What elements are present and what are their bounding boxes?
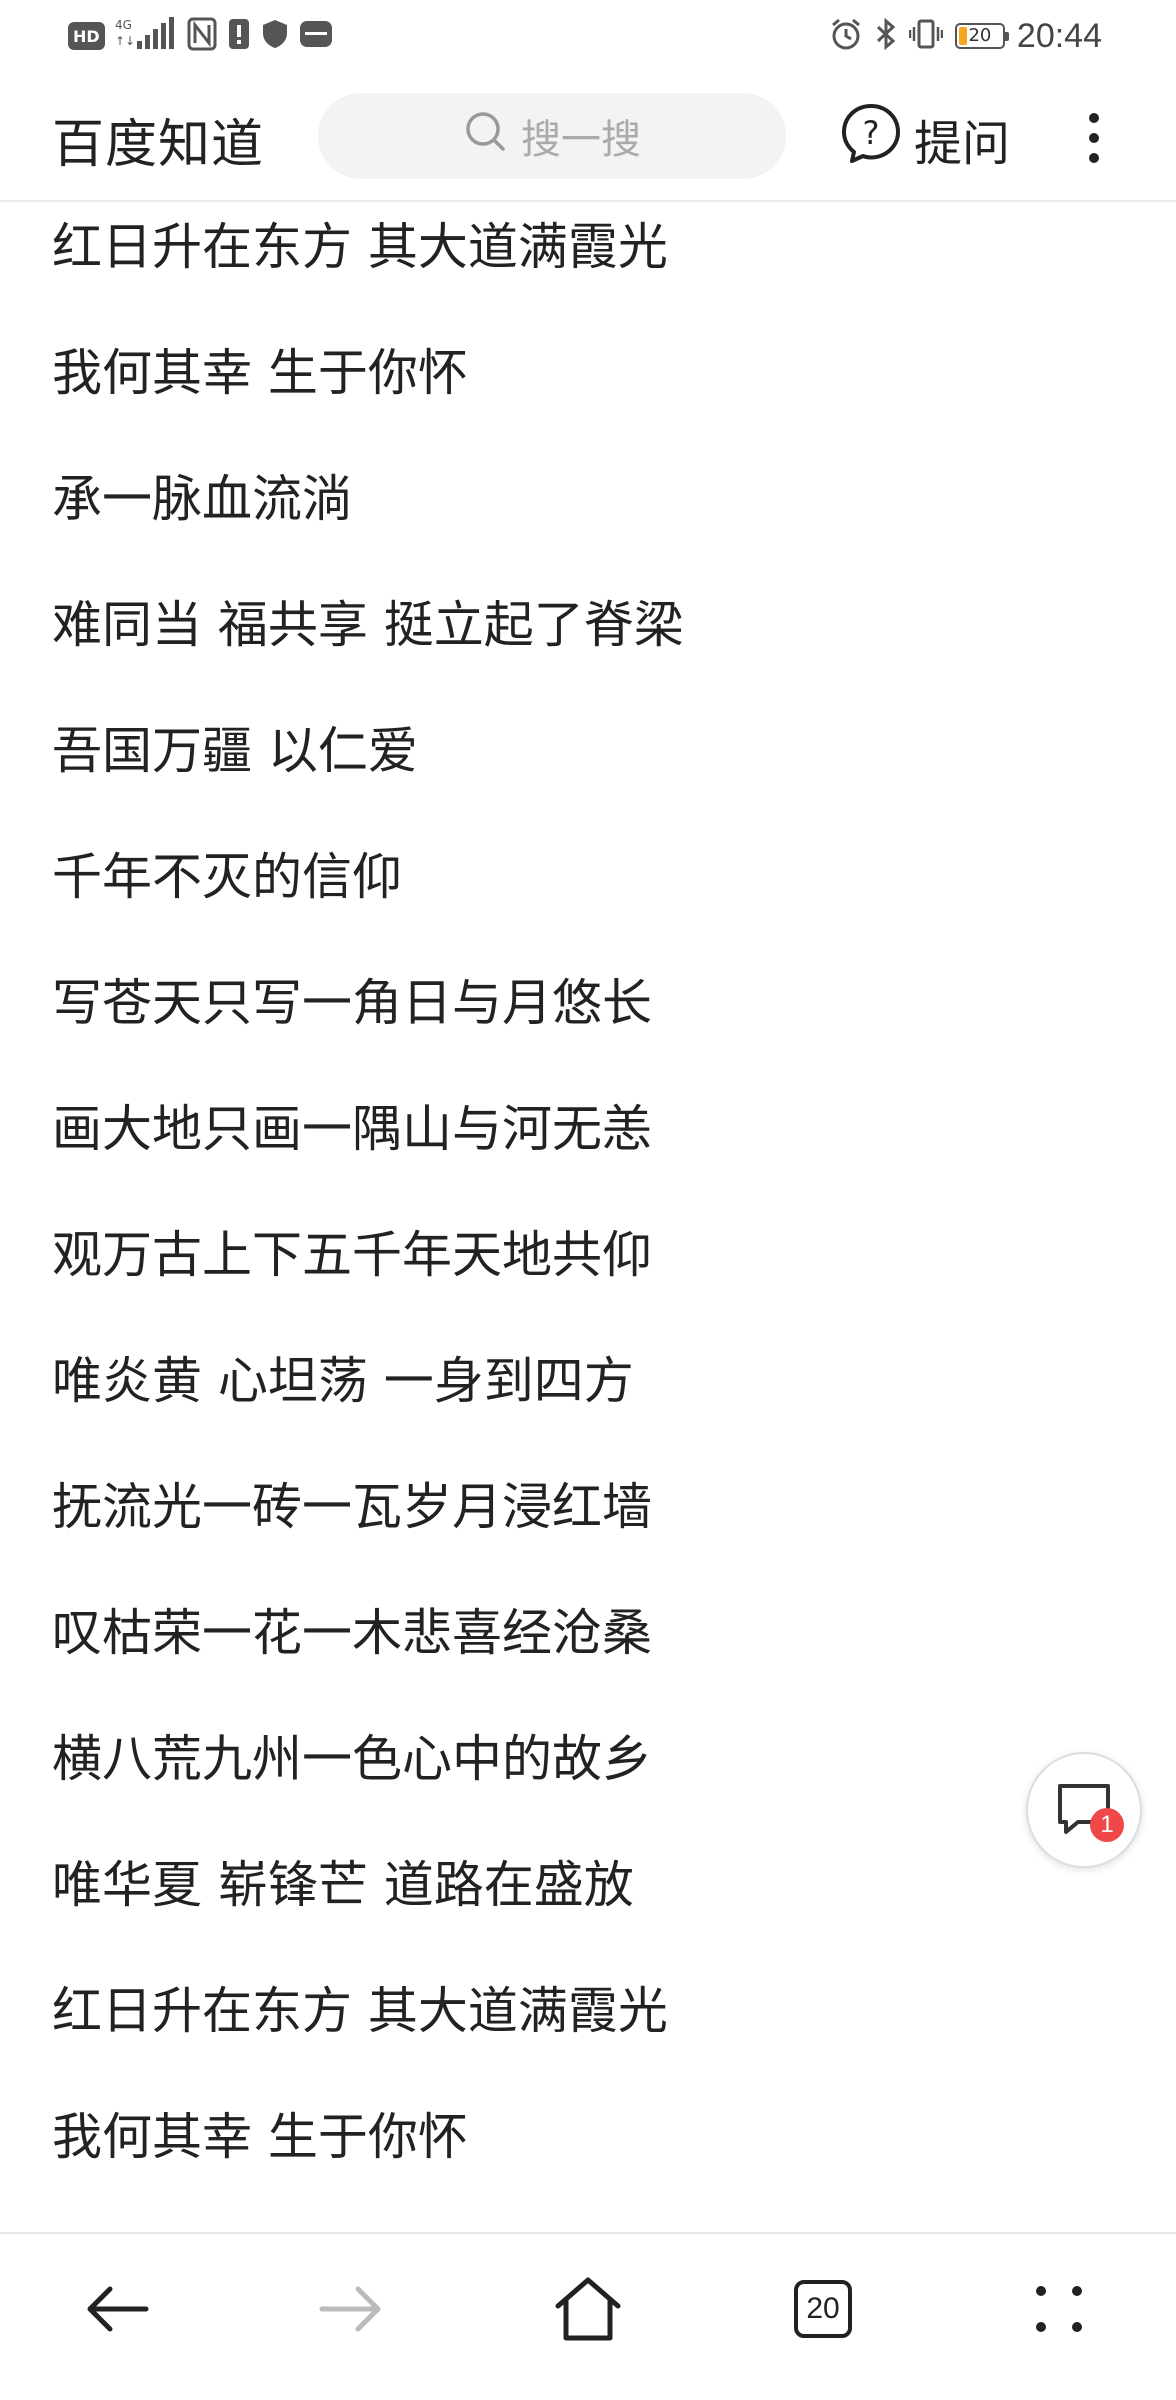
lyric-line: 我何其幸 生于你怀 [52, 344, 468, 402]
comment-float-button[interactable]: 1 [1026, 1752, 1142, 1868]
alarm-icon [829, 17, 863, 55]
question-bubble-icon: ? [840, 102, 902, 176]
answer-content: 红日升在东方 其大道满霞光 我何其幸 生于你怀 承一脉血流淌 难同当 福共享 挺… [0, 202, 1176, 2232]
lyric-line: 写苍天只写一角日与月悠长 [52, 974, 652, 1032]
lyric-line: 吾国万疆 以仁爱 [52, 722, 418, 780]
search-input[interactable]: 搜一搜 [318, 93, 786, 179]
lyric-line: 唯华夏 崭锋芒 道路在盛放 [52, 1856, 634, 1914]
shield-icon [261, 18, 289, 54]
lyric-line: 难同当 福共享 挺立起了脊梁 [52, 596, 684, 654]
bluetooth-icon [875, 17, 897, 55]
status-time: 20:44 [1016, 16, 1102, 55]
lyric-line: 横八荒九州一色心中的故乡 [52, 1730, 652, 1788]
home-icon [555, 2277, 621, 2341]
lyric-line: 红日升在东方 其大道满霞光 [52, 218, 668, 276]
notification-badge: 1 [1090, 1808, 1124, 1842]
status-right-icons: 20 20:44 [829, 14, 1102, 58]
more-options-button[interactable] [1074, 110, 1114, 166]
status-left-icons: HD 4G ↑↓ [68, 14, 333, 58]
nfc-icon [187, 17, 217, 55]
brand-logo-text[interactable]: 百度知道 [52, 102, 264, 177]
search-icon [463, 109, 507, 163]
menu-icon [1036, 2286, 1082, 2332]
forward-button[interactable] [306, 2264, 396, 2354]
lyric-line: 观万古上下五千年天地共仰 [52, 1226, 652, 1284]
alert-icon [227, 17, 251, 55]
back-icon [87, 2286, 149, 2332]
forward-icon [319, 2286, 381, 2332]
lyric-line: 承一脉血流淌 [52, 470, 352, 528]
tabs-icon: 20 [794, 2280, 852, 2338]
bottom-navigation: 20 [0, 2232, 1176, 2400]
lyric-line: 我何其幸 生于你怀 [52, 2108, 468, 2166]
tabs-button[interactable]: 20 [778, 2264, 868, 2354]
lyric-line: 红日升在东方 其大道满霞光 [52, 1982, 668, 2040]
search-placeholder: 搜一搜 [521, 117, 641, 163]
ask-label: 提问 [914, 116, 1011, 172]
lyric-line: 叹枯荣一花一木悲喜经沧桑 [52, 1604, 652, 1662]
lyric-line: 千年不灭的信仰 [52, 848, 402, 906]
hd-icon: HD [68, 22, 105, 50]
back-button[interactable] [72, 2264, 162, 2354]
lyric-line: 画大地只画一隅山与河无恙 [52, 1100, 652, 1158]
battery-fill [958, 27, 967, 45]
app-header: 百度知道 搜一搜 ? 提问 [0, 72, 1176, 202]
huawei-icon [299, 18, 333, 54]
ask-question-button[interactable]: ? 提问 [840, 102, 1010, 176]
svg-text:4G: 4G [115, 18, 132, 32]
signal-icon: 4G ↑↓ [115, 17, 177, 55]
menu-button[interactable] [1014, 2264, 1104, 2354]
lyric-line: 唯炎黄 心坦荡 一身到四方 [52, 1352, 634, 1410]
home-button[interactable] [543, 2264, 633, 2354]
vibrate-icon [908, 17, 944, 55]
battery-level: 20 [968, 25, 992, 46]
svg-text:?: ? [863, 114, 880, 152]
lyric-line: 抚流光一砖一瓦岁月浸红墙 [52, 1478, 652, 1536]
status-bar: HD 4G ↑↓ 20 20:44 [0, 0, 1176, 72]
app-screen: HD 4G ↑↓ 20 20:44 百度知道 搜一搜 ? 提问 红日升在东方 其… [0, 0, 1176, 2400]
battery-icon: 20 [954, 23, 1009, 49]
svg-text:↑↓: ↑↓ [115, 34, 135, 48]
more-vertical-icon [1089, 113, 1099, 163]
